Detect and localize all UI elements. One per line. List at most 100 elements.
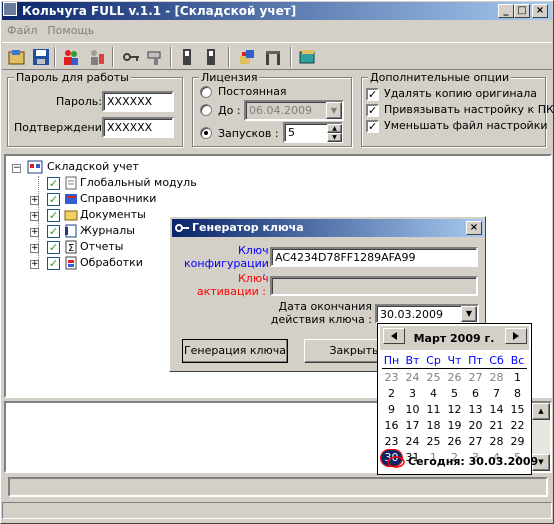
dialog-title-bar[interactable]: Генератор ключа xyxy=(172,219,483,237)
calendar-day[interactable]: 26 xyxy=(444,434,465,450)
calendar-day[interactable]: 18 xyxy=(423,418,444,434)
tree-check-global[interactable]: ✓ xyxy=(47,177,60,190)
arrow-left-icon xyxy=(391,332,397,340)
book-icon[interactable] xyxy=(298,48,316,66)
generate-key-button[interactable]: Генерация ключа xyxy=(182,339,288,363)
status-bar xyxy=(2,500,552,520)
calendar-day[interactable]: 28 xyxy=(486,434,507,450)
calendar-day[interactable]: 5 xyxy=(444,386,465,402)
tree-expand-toggle[interactable]: + xyxy=(30,244,39,253)
menu-help[interactable]: Помощь xyxy=(42,24,99,37)
progress-area xyxy=(8,477,548,497)
tree-expand-toggle[interactable]: + xyxy=(30,196,39,205)
config-key-field[interactable]: AC4234D78FF1289AFA99 xyxy=(270,247,478,267)
tree-item-reports[interactable]: Отчеты xyxy=(80,239,123,255)
dialog-close-button[interactable]: × xyxy=(466,221,482,235)
toolbar-separator xyxy=(54,47,56,67)
calendar-day[interactable]: 8 xyxy=(507,386,528,402)
tree-check-reports[interactable]: ✓ xyxy=(47,241,60,254)
calendar-day[interactable]: 23 xyxy=(381,434,402,450)
tree-expand-toggle[interactable]: + xyxy=(30,228,39,237)
minimize-button[interactable]: _ xyxy=(498,4,514,18)
key-icon[interactable] xyxy=(122,48,140,66)
runs-up-button[interactable]: ▲ xyxy=(327,124,342,133)
toolbar-separator xyxy=(170,47,172,67)
option-label-delete: Удалять копию оригинала xyxy=(384,87,538,100)
tree-root-label[interactable]: Складской учет xyxy=(47,159,139,175)
tree-check-journals[interactable]: ✓ xyxy=(47,225,60,238)
permanent-radio[interactable] xyxy=(200,86,212,98)
calendar-day[interactable]: 26 xyxy=(444,370,465,386)
next-month-button[interactable] xyxy=(505,328,527,344)
window-title-bar[interactable]: Кольчуга FULL v.1.1 - [Складской учет] xyxy=(2,2,552,20)
scroll-up-button[interactable]: ▲ xyxy=(532,403,550,420)
calendar-day[interactable]: 24 xyxy=(402,370,423,386)
calendar-day[interactable]: 15 xyxy=(507,402,528,418)
tree-expand-toggle[interactable]: + xyxy=(30,260,39,269)
password-field[interactable]: XXXXXX xyxy=(102,91,174,112)
calendar-day[interactable]: 6 xyxy=(465,386,486,402)
calendar-day[interactable]: 7 xyxy=(486,386,507,402)
tree-collapse-toggle[interactable]: − xyxy=(12,164,21,173)
calendar-day[interactable]: 3 xyxy=(402,386,423,402)
tree-check-refs[interactable]: ✓ xyxy=(47,193,60,206)
weekday-label: Сб xyxy=(489,354,504,367)
tree-item-journals[interactable]: Журналы xyxy=(80,223,135,239)
calendar-day[interactable]: 25 xyxy=(423,370,444,386)
calendar-day[interactable]: 16 xyxy=(381,418,402,434)
open-icon[interactable] xyxy=(8,48,26,66)
option-checkbox-bind-pc[interactable]: ✓ xyxy=(366,104,379,117)
tree-expand-toggle[interactable]: + xyxy=(30,212,39,221)
runs-down-button[interactable]: ▼ xyxy=(327,133,342,142)
calendar-day[interactable]: 13 xyxy=(465,402,486,418)
calendar-day[interactable]: 9 xyxy=(381,402,402,418)
tree-item-global[interactable]: Глобальный модуль xyxy=(80,175,197,191)
end-date-dropdown-button[interactable]: ▼ xyxy=(461,306,477,322)
end-date-label-2: действия ключа : xyxy=(270,313,372,326)
tree-check-processing[interactable]: ✓ xyxy=(47,257,60,270)
save-icon[interactable] xyxy=(32,48,50,66)
calendar-today-link[interactable]: Сегодня: 30.03.2009 xyxy=(408,455,538,468)
runs-radio[interactable] xyxy=(200,127,212,139)
calendar-day[interactable]: 29 xyxy=(507,434,528,450)
calendar-day[interactable]: 23 xyxy=(381,370,402,386)
tree-item-docs[interactable]: Документы xyxy=(80,207,146,223)
option-checkbox-shrink[interactable]: ✓ xyxy=(366,120,379,133)
option-checkbox-delete[interactable]: ✓ xyxy=(366,88,379,101)
maximize-button[interactable]: □ xyxy=(514,4,530,18)
tree-item-processing[interactable]: Обработки xyxy=(80,255,143,271)
calendar-day[interactable]: 1 xyxy=(507,370,528,386)
close-button[interactable]: × xyxy=(532,4,548,18)
hair-dryer-icon[interactable] xyxy=(146,48,164,66)
calendar-day[interactable]: 20 xyxy=(465,418,486,434)
gate-icon[interactable] xyxy=(264,48,282,66)
confirm-password-field[interactable]: XXXXXX xyxy=(102,117,174,138)
menu-file[interactable]: Файл xyxy=(2,24,42,37)
calendar-day[interactable]: 11 xyxy=(423,402,444,418)
calendar-day[interactable]: 22 xyxy=(507,418,528,434)
calendar-day[interactable]: 24 xyxy=(402,434,423,450)
users-icon[interactable] xyxy=(62,48,80,66)
calendar-day[interactable]: 27 xyxy=(465,434,486,450)
calendar-day[interactable]: 25 xyxy=(423,434,444,450)
phone-left-icon[interactable] xyxy=(178,48,196,66)
calendar-day[interactable]: 21 xyxy=(486,418,507,434)
calendar-day[interactable]: 17 xyxy=(402,418,423,434)
calendar-day[interactable]: 14 xyxy=(486,402,507,418)
until-radio[interactable] xyxy=(200,104,212,116)
tree-item-refs[interactable]: Справочники xyxy=(80,191,156,207)
calendar-day[interactable]: 19 xyxy=(444,418,465,434)
calendar-day[interactable]: 10 xyxy=(402,402,423,418)
calendar-day[interactable]: 28 xyxy=(486,370,507,386)
calendar-month-label[interactable]: Март 2009 г. xyxy=(408,332,500,345)
calendar-day[interactable]: 4 xyxy=(423,386,444,402)
calendar-day[interactable]: 27 xyxy=(465,370,486,386)
phone-right-icon[interactable] xyxy=(202,48,220,66)
calendar-day[interactable]: 12 xyxy=(444,402,465,418)
prev-month-button[interactable] xyxy=(383,328,405,344)
calendar-day[interactable]: 2 xyxy=(381,386,402,402)
tree-check-docs[interactable]: ✓ xyxy=(47,209,60,222)
settings-icon[interactable] xyxy=(238,48,256,66)
toolbar-separator xyxy=(228,47,230,67)
user-key-icon[interactable] xyxy=(88,48,106,66)
